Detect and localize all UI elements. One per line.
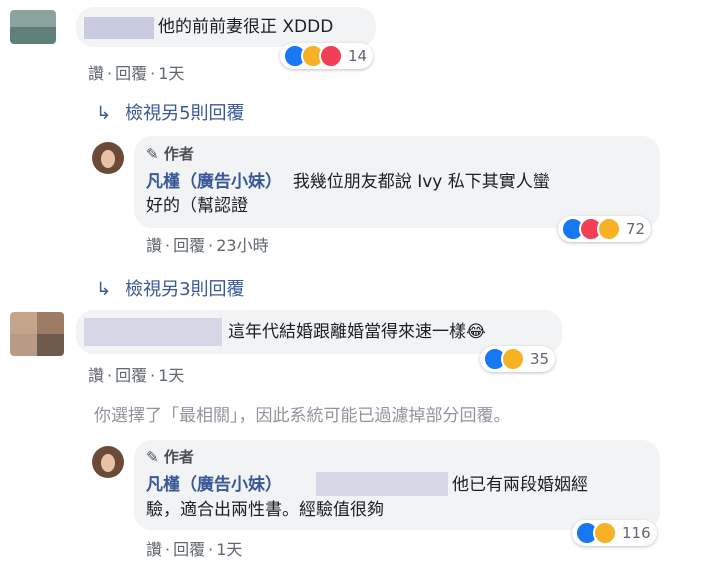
reaction-count: 72: [626, 220, 646, 238]
author-badge: ✎ 作者: [146, 145, 194, 163]
author-avatar[interactable]: [92, 142, 124, 174]
reply-arrow-icon: ↳: [96, 279, 112, 300]
reaction-count: 35: [530, 350, 550, 368]
pencil-icon: ✎: [146, 448, 159, 466]
reply-text-1: 他已有兩段婚姻經: [452, 475, 588, 495]
view-more-replies[interactable]: ↳ 檢視另3則回覆: [96, 275, 245, 301]
view-more-replies[interactable]: ↳ 檢視另5則回覆: [96, 99, 245, 125]
author-name[interactable]: 凡槿（廣告小妹）: [146, 475, 282, 495]
reaction-summary[interactable]: 72: [558, 216, 652, 242]
author-badge: ✎ 作者: [146, 448, 194, 466]
timestamp[interactable]: 23小時: [216, 236, 268, 255]
like-link[interactable]: 讚: [88, 366, 104, 385]
commenter-name-redacted[interactable]: [84, 17, 154, 39]
haha-reaction-icon: [593, 521, 617, 545]
filter-notice: 你選擇了「最相關」，因此系統可能已過濾掉部分回覆。: [94, 406, 511, 426]
timestamp[interactable]: 1天: [158, 64, 184, 83]
reaction-count: 116: [622, 524, 651, 542]
haha-reaction-icon: [597, 217, 621, 241]
like-link[interactable]: 讚: [146, 540, 162, 559]
reaction-count: 14: [348, 47, 368, 65]
reply-arrow-icon: ↳: [96, 103, 112, 124]
like-link[interactable]: 讚: [146, 236, 162, 255]
commenter-name-redacted[interactable]: [84, 318, 222, 346]
comment-text: 這年代結婚跟離婚當得來速一樣😂: [228, 322, 486, 342]
reply-text-2: 驗，適合出兩性書。經驗值很夠: [146, 500, 384, 520]
reply-text-2: 好的（幫認證: [146, 196, 248, 216]
reaction-summary[interactable]: 35: [480, 346, 556, 372]
reaction-summary[interactable]: 14: [280, 43, 374, 69]
reply-link[interactable]: 回覆: [115, 64, 147, 83]
commenter-avatar-blurred[interactable]: [10, 10, 56, 44]
like-link[interactable]: 讚: [88, 64, 104, 83]
reply-link[interactable]: 回覆: [173, 540, 205, 559]
reply-actions: 讚 · 回覆 · 23小時: [146, 236, 269, 255]
comment-actions: 讚 · 回覆 · 1天: [88, 64, 185, 83]
reaction-summary[interactable]: 116: [572, 520, 657, 546]
reply-link[interactable]: 回覆: [115, 366, 147, 385]
reply-link[interactable]: 回覆: [173, 236, 205, 255]
author-name[interactable]: 凡槿（廣告小妹）: [146, 172, 282, 192]
mentioned-name-redacted[interactable]: [316, 472, 448, 496]
reply-actions: 讚 · 回覆 · 1天: [146, 540, 243, 559]
timestamp[interactable]: 1天: [158, 366, 184, 385]
pencil-icon: ✎: [146, 145, 159, 163]
haha-reaction-icon: [501, 347, 525, 371]
timestamp[interactable]: 1天: [216, 540, 242, 559]
comment-text: 他的前前妻很正 XDDD: [158, 17, 334, 37]
reply-line-1: 凡槿（廣告小妹）: [146, 472, 282, 498]
commenter-avatar-blurred[interactable]: [10, 312, 64, 356]
comment-actions: 讚 · 回覆 · 1天: [88, 366, 185, 385]
reply-line-1: 凡槿（廣告小妹） 我幾位朋友都說 Ivy 私下其實人蠻: [146, 169, 550, 195]
love-reaction-icon: [319, 44, 343, 68]
author-avatar[interactable]: [92, 446, 124, 478]
reply-text-1: 我幾位朋友都說 Ivy 私下其實人蠻: [292, 172, 550, 192]
